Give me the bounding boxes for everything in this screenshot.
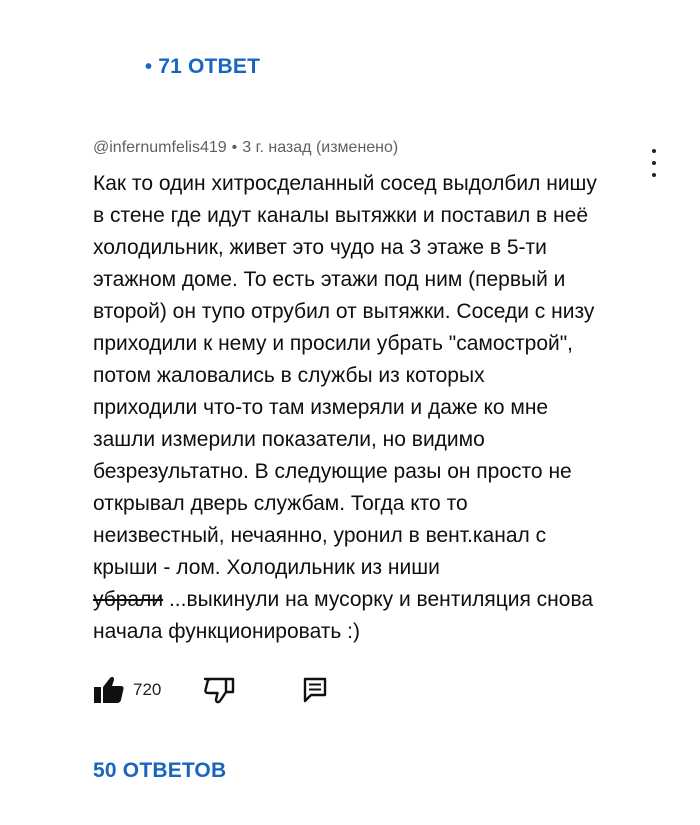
comment-line: этажном доме. То есть этажи под ним (пер… (93, 268, 566, 291)
comment-author[interactable]: @infernumfelis419 (93, 136, 227, 160)
comment-line: приходили что-то там измеряли и даже ко … (93, 396, 549, 419)
strikethrough-text: убрали (93, 588, 164, 611)
comment-line: зашли измерили показатели, но видимо (93, 428, 485, 451)
comment-actions: 720 (93, 675, 327, 705)
comment-line: убрали ...выкинули на мусорку и вентиляц… (93, 584, 653, 616)
comment-line: холодильник, живет это чудо на 3 этаже в… (93, 236, 547, 259)
top-replies-label: 71 ОТВЕТ (158, 55, 261, 78)
comment-time[interactable]: 3 г. назад (изменено) (242, 136, 398, 160)
like-button[interactable]: 720 (93, 675, 161, 705)
comment-line: второй) он тупо отрубил от вытяжки. Сосе… (93, 300, 595, 323)
comment-line: открывал дверь службам. Тогда кто то (93, 492, 468, 515)
dislike-button[interactable] (203, 676, 235, 704)
thumbs-down-icon (204, 677, 235, 704)
comment-text: Как то один хитросделанный сосед выдолби… (93, 168, 653, 648)
comment-line: Как то один хитросделанный сосед выдолби… (93, 172, 597, 195)
reply-comment-icon (304, 677, 327, 703)
bottom-replies-button[interactable]: 50 ОТВЕТОВ (93, 759, 226, 783)
comment-line: начала функционировать :) (93, 620, 361, 643)
top-replies-button[interactable]: • 71 ОТВЕТ (145, 55, 260, 79)
thumbs-up-icon (94, 676, 124, 703)
comment-line: неизвестный, нечаянно, уронил в вент.кан… (93, 524, 547, 547)
comment-line: приходили к нему и просили убрать "самос… (93, 332, 574, 355)
bullet: • (145, 55, 153, 78)
comment-line: в стене где идут каналы вытяжки и постав… (93, 204, 589, 227)
comment-line-rest: ...выкинули на мусорку и вентиляция снов… (163, 588, 594, 611)
comment-header: @infernumfelis419 • 3 г. назад (изменено… (93, 136, 653, 160)
meta-separator: • (231, 139, 238, 156)
like-count: 720 (133, 680, 162, 699)
comment-line: крыши - лом. Холодильник из ниши (93, 556, 440, 579)
reply-button[interactable] (303, 677, 327, 703)
comment-line: потом жаловались в службы из которых (93, 364, 485, 387)
comment-line: безрезультатно. В следующие разы он прос… (93, 460, 572, 483)
